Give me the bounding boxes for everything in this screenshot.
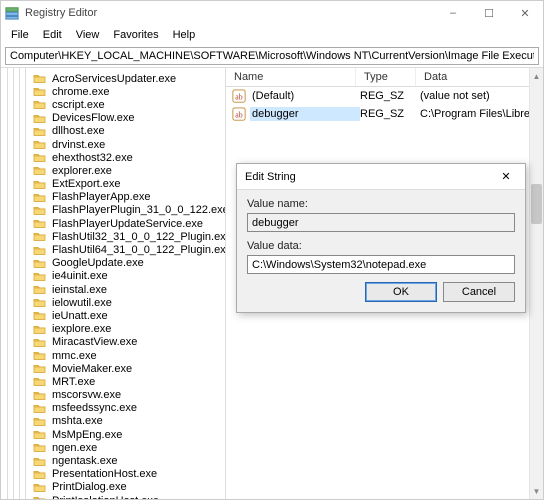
value-data-field[interactable] bbox=[247, 255, 515, 274]
value-name-label: Value name: bbox=[247, 198, 515, 210]
menu-file[interactable]: File bbox=[5, 27, 35, 43]
dialog-title: Edit String bbox=[245, 171, 491, 183]
menubar: File Edit View Favorites Help bbox=[1, 25, 543, 45]
registry-editor-window: Registry Editor – ☐ ✕ File Edit View Fav… bbox=[0, 0, 544, 500]
edit-string-dialog: Edit String ✕ Value name: Value data: OK… bbox=[236, 163, 526, 313]
menu-edit[interactable]: Edit bbox=[37, 27, 68, 43]
window-title: Registry Editor bbox=[25, 7, 435, 19]
main-body: AcroServicesUpdater.exechrome.execscript… bbox=[1, 67, 543, 499]
menu-view[interactable]: View bbox=[70, 27, 106, 43]
titlebar: Registry Editor – ☐ ✕ bbox=[1, 1, 543, 25]
address-input[interactable] bbox=[5, 47, 539, 65]
dialog-titlebar[interactable]: Edit String ✕ bbox=[237, 164, 525, 190]
ok-button[interactable]: OK bbox=[365, 282, 437, 302]
minimize-button[interactable]: – bbox=[435, 1, 471, 25]
dialog-close-button[interactable]: ✕ bbox=[491, 168, 521, 185]
menu-favorites[interactable]: Favorites bbox=[107, 27, 164, 43]
maximize-button[interactable]: ☐ bbox=[471, 1, 507, 25]
dialog-overlay: Edit String ✕ Value name: Value data: OK… bbox=[1, 68, 543, 499]
menu-help[interactable]: Help bbox=[167, 27, 202, 43]
value-name-field[interactable] bbox=[247, 213, 515, 232]
close-button[interactable]: ✕ bbox=[507, 1, 543, 25]
regedit-icon bbox=[5, 6, 19, 20]
cancel-button[interactable]: Cancel bbox=[443, 282, 515, 302]
address-bar bbox=[1, 45, 543, 67]
value-data-label: Value data: bbox=[247, 240, 515, 252]
